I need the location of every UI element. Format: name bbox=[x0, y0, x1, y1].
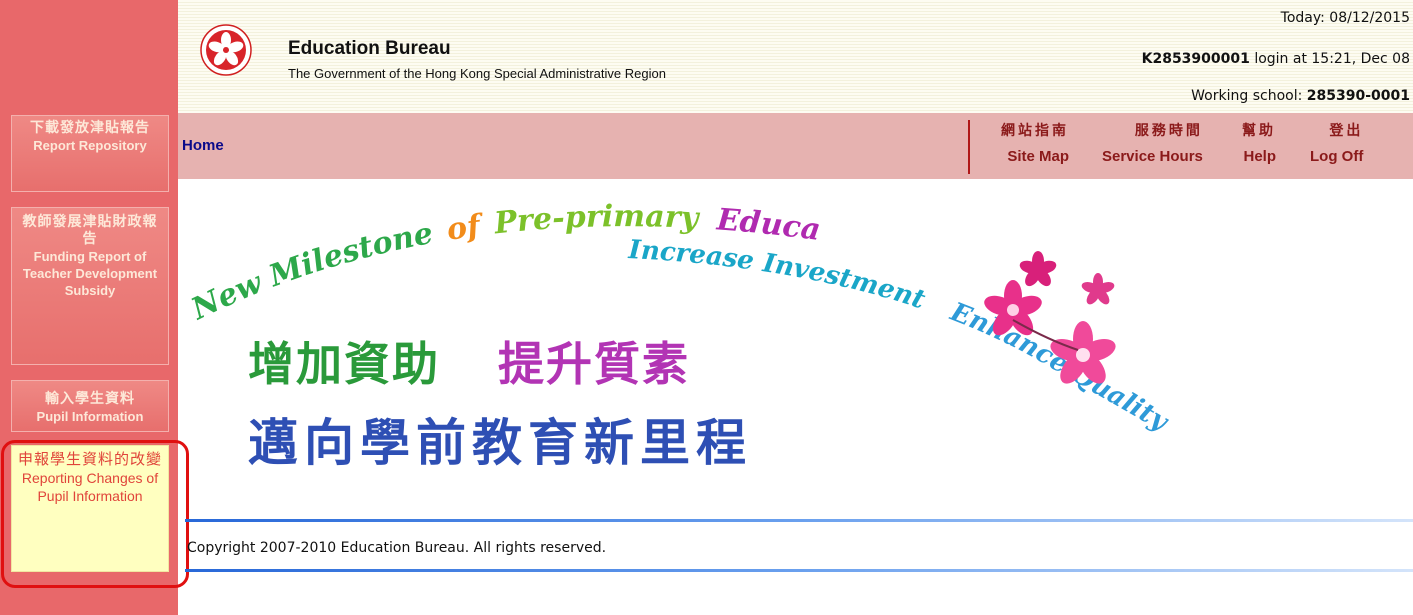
sidebar-item-label-zh: 申報學生資料的改變 bbox=[18, 450, 163, 468]
sidebar-item-label-zh: 下載發放津貼報告 bbox=[30, 120, 150, 136]
sidebar-item-label-zh: 教師發展津貼財政報告 bbox=[22, 214, 158, 247]
banner-text-enhance-quality: Enhance Quality bbox=[945, 297, 1174, 438]
nav-item-label-en: Help bbox=[1243, 148, 1276, 165]
banner: New Milestone of Pre-primary Education I… bbox=[167, 153, 1413, 520]
nav-bar: Home 網站指南 Site Map 服務時間 Service Hours 幫助… bbox=[178, 113, 1413, 179]
copyright-text: Copyright 2007-2010 Education Bureau. Al… bbox=[187, 540, 607, 556]
nav-item-label-zh: 網站指南 bbox=[1001, 123, 1069, 139]
sidebar: 下載發放津貼報告 Report Repository 教師發展津貼財政報告 Fu… bbox=[0, 0, 178, 615]
sidebar-item-label-en: Reporting Changes of Pupil Information bbox=[21, 470, 159, 504]
login-info: K2853900001 login at 15:21, Dec 08 bbox=[1142, 51, 1410, 67]
footer-divider-top bbox=[185, 519, 1413, 522]
footer-divider-bottom bbox=[185, 569, 1413, 572]
banner-text-pre-primary: Pre-primary bbox=[492, 199, 702, 241]
nav-item-label-en: Site Map bbox=[1007, 148, 1069, 165]
login-user: K2853900001 bbox=[1141, 51, 1250, 67]
nav-divider bbox=[968, 120, 970, 174]
banner-text-increase-investment: Increase Investment bbox=[627, 235, 929, 315]
nav-item-site-map[interactable]: 網站指南 Site Map bbox=[1001, 121, 1069, 168]
today-label: Today: bbox=[1280, 10, 1330, 26]
sidebar-item-reporting-changes[interactable]: 申報學生資料的改變 Reporting Changes of Pupil Inf… bbox=[11, 445, 169, 572]
sidebar-item-report-repository[interactable]: 下載發放津貼報告 Report Repository bbox=[11, 115, 169, 192]
school-code: 285390-0001 bbox=[1306, 88, 1410, 104]
working-school: Working school: 285390-0001 bbox=[1191, 88, 1410, 104]
org-subtitle: The Government of the Hong Kong Special … bbox=[288, 66, 666, 81]
svg-text:增加資助 提升質素: 增加資助 提升質素 bbox=[248, 337, 690, 391]
sidebar-item-label-en: Report Repository bbox=[33, 138, 147, 153]
sidebar-item-funding-report[interactable]: 教師發展津貼財政報告 Funding Report of Teacher Dev… bbox=[11, 207, 169, 365]
sidebar-item-label-en: Funding Report of Teacher Development Su… bbox=[22, 249, 158, 298]
nav-item-help[interactable]: 幫助 Help bbox=[1242, 121, 1276, 168]
banner-zh-part2: 提升質素 bbox=[498, 337, 690, 391]
login-time: login at 15:21, Dec 08 bbox=[1249, 51, 1410, 67]
nav-item-label-zh: 登出 bbox=[1329, 123, 1364, 139]
nav-item-label-zh: 服務時間 bbox=[1134, 123, 1203, 139]
banner-zh-part1: 增加資助 bbox=[248, 337, 440, 391]
banner-zh-line2: 邁向學前教育新里程 bbox=[248, 414, 752, 472]
header: Education Bureau The Government of the H… bbox=[178, 0, 1413, 113]
nav-item-log-off[interactable]: 登出 Log Off bbox=[1310, 121, 1363, 168]
org-name: Education Bureau bbox=[288, 38, 451, 59]
today-value: 08/12/2015 bbox=[1329, 10, 1410, 26]
today-date: Today: 08/12/2015 bbox=[1281, 10, 1410, 26]
nav-item-service-hours[interactable]: 服務時間 Service Hours bbox=[1102, 121, 1203, 168]
banner-art: New Milestone of Pre-primary Education I… bbox=[167, 153, 1174, 472]
sidebar-item-label-zh: 輸入學生資料 bbox=[45, 391, 135, 407]
home-link[interactable]: Home bbox=[182, 137, 224, 154]
school-label: Working school: bbox=[1191, 88, 1307, 104]
nav-item-label-en: Log Off bbox=[1310, 148, 1364, 165]
banner-text-of: of bbox=[444, 208, 487, 248]
nav-item-label-zh: 幫助 bbox=[1242, 123, 1276, 139]
sidebar-item-pupil-information[interactable]: 輸入學生資料 Pupil Information bbox=[11, 380, 169, 432]
hksar-emblem-icon bbox=[200, 24, 252, 76]
nav-item-label-en: Service Hours bbox=[1102, 148, 1203, 165]
banner-text-new-milestone: New Milestone bbox=[185, 216, 435, 328]
sidebar-item-label-en: Pupil Information bbox=[36, 409, 144, 424]
